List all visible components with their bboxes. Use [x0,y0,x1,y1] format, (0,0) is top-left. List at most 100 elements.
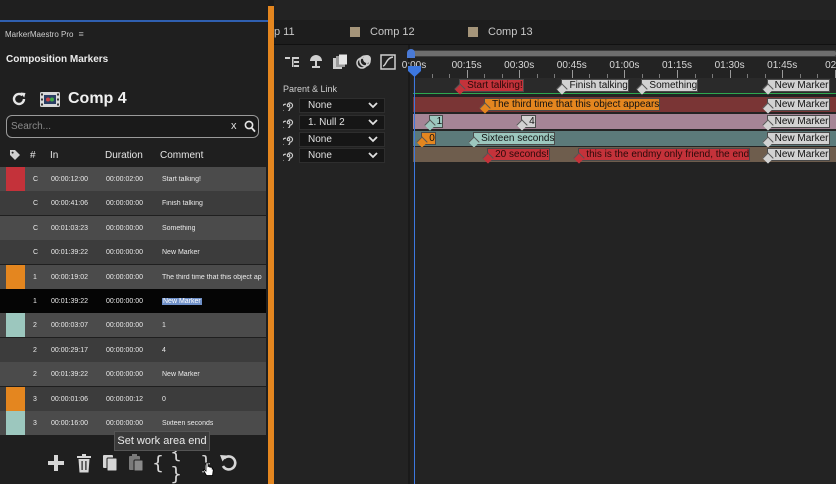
motion-blur-icon[interactable] [356,54,372,70]
label-color-swatch[interactable] [6,411,25,435]
tooltip: Set work area end [114,431,210,451]
marker-label[interactable]: Sixteen seconds [473,131,556,145]
row-in-time: 00:00:01:06 [51,395,88,403]
frame-blending-icon[interactable] [332,54,348,70]
pick-whip-icon[interactable] [283,134,294,145]
row-comment[interactable]: Start talking! [162,176,201,183]
tab-comp-13[interactable]: Comp 13 [468,26,533,38]
label-color-swatch[interactable] [6,167,25,191]
refresh-icon[interactable] [10,90,28,108]
pick-whip-icon[interactable] [283,117,294,128]
row-comment[interactable]: 0 [162,396,166,403]
column-in[interactable]: In [50,150,58,161]
marker-label[interactable]: 1 [428,114,444,128]
composition-marker-track[interactable]: Start talking! Finish talking Something New… [413,78,836,93]
table-row[interactable]: C 00:00:41:06 00:00:00:00 Finish talking [0,191,266,216]
marker-label[interactable]: New Marker [766,98,830,111]
draft-3d-icon[interactable] [308,54,324,70]
column-comment[interactable]: Comment [160,150,203,161]
table-row[interactable]: 1 00:01:39:22 00:00:00:00 New Marker [0,289,266,313]
row-label: 2 [33,371,37,379]
table-row[interactable]: 2 00:00:03:07 00:00:00:00 1 [0,313,266,338]
ruler-major-tick [782,70,784,78]
marker-label[interactable]: New Marker [766,148,830,162]
paste-marker-button[interactable] [126,452,146,474]
column-number[interactable]: # [30,150,36,161]
marker-label[interactable]: this is the endmy only friend, the end [578,148,751,162]
table-row[interactable]: C 00:00:12:00 00:00:02:00 Start talking! [0,167,266,191]
row-label: 2 [33,346,37,354]
table-row[interactable]: 2 00:01:39:22 00:00:00:00 New Marker [0,362,266,387]
time-navigator-bar[interactable] [413,51,836,56]
table-row[interactable]: C 00:01:03:23 00:00:00:00 Something [0,215,266,240]
ruler-major-tick [466,70,468,78]
tab-comp-12[interactable]: Comp 12 [350,26,415,38]
pick-whip-icon[interactable] [283,150,294,162]
table-row[interactable]: 1 00:00:19:02 00:00:00:00 The third time th… [0,264,266,289]
marker-label[interactable]: New Marker [766,131,830,145]
playhead-handle[interactable] [408,66,421,77]
layer-marker-track[interactable]: 0 Sixteen seconds New Marker [413,130,836,146]
row-comment[interactable]: New Marker [162,371,200,378]
column-duration[interactable]: Duration [105,150,143,161]
marker-label[interactable]: New Marker [766,114,830,128]
layer-marker-track[interactable]: 1 4 New Marker [413,113,836,129]
graph-editor-icon[interactable] [380,54,396,70]
delete-marker-button[interactable] [74,452,94,474]
paste-icon [129,454,144,472]
tag-icon [10,150,20,160]
layer-marker-track[interactable]: 20 seconds! this is the endmy only friend… [413,147,836,163]
ruler-major-tick [519,70,521,78]
label-color-swatch[interactable] [6,264,25,289]
row-comment[interactable]: Sixteen seconds [162,420,213,427]
table-row[interactable]: 3 00:00:01:06 00:00:00:12 0 [0,386,266,411]
panel-menu-icon[interactable]: ≡ [78,29,83,39]
marker-label[interactable]: Finish talking [561,79,629,92]
table-row[interactable]: 2 00:00:29:17 00:00:00:00 4 [0,337,266,362]
layer-row: None [274,98,408,113]
row-comment[interactable]: Finish talking [162,200,203,207]
set-work-area-start-button[interactable]: { [150,452,166,474]
marker-label[interactable]: Start talking! [459,79,524,92]
marker-label[interactable]: New Marker [766,79,830,92]
row-duration: 00:00:00:12 [106,395,143,403]
playhead-line[interactable] [414,66,415,484]
row-comment[interactable]: New Marker [162,249,200,256]
marker-label[interactable]: 0 [421,131,436,145]
row-comment[interactable]: Something [162,225,195,232]
label-color-swatch[interactable] [6,313,25,338]
row-comment[interactable]: New Marker [162,298,202,305]
pick-whip-icon[interactable] [283,100,294,111]
table-row[interactable]: C 00:01:39:22 00:00:00:00 New Marker [0,240,266,265]
label-color-swatch[interactable] [6,386,25,411]
row-label: 1 [33,273,37,281]
marker-label[interactable]: Something [641,79,699,92]
marker-label[interactable]: 4 [521,114,536,128]
row-comment[interactable]: The third time that this object ap [162,274,262,281]
undo-button[interactable] [218,452,240,474]
search-input[interactable] [11,119,221,134]
row-label: 3 [33,395,37,403]
copy-marker-button[interactable] [100,452,120,474]
clear-search-button[interactable]: x [231,120,237,132]
marker-label[interactable]: 20 seconds! [487,148,551,162]
marker-label[interactable]: The third time that this object appears [483,98,661,111]
panel-tab[interactable]: MarkerMaestro Pro ≡ [5,29,84,39]
tab-comp-11[interactable]: p 11 [274,26,295,38]
ruler-major-tick [624,70,626,78]
time-ruler[interactable]: 0:00s00:15s00:30s00:45s01:00s01:15s01:30… [402,58,836,78]
layer-marker-track[interactable]: The third time that this object appears N… [413,97,836,112]
add-marker-button[interactable] [46,452,66,474]
time-navigator-start-handle[interactable] [407,49,415,58]
row-in-time: 00:01:03:23 [51,224,88,232]
row-label: 2 [33,322,37,330]
set-work-area-both-button[interactable]: { } [170,441,196,484]
row-comment[interactable]: 1 [162,322,166,329]
timeline-panel: p 11 Comp 12 Comp 13 Parent & Link None 1… [274,0,836,484]
search-icon[interactable] [244,120,256,133]
tab-label: p 11 [274,26,295,38]
row-comment[interactable]: 4 [162,347,166,354]
timeline-divider[interactable] [408,45,410,484]
row-duration: 00:00:00:00 [106,249,143,257]
composition-flowchart-icon[interactable] [284,54,300,70]
